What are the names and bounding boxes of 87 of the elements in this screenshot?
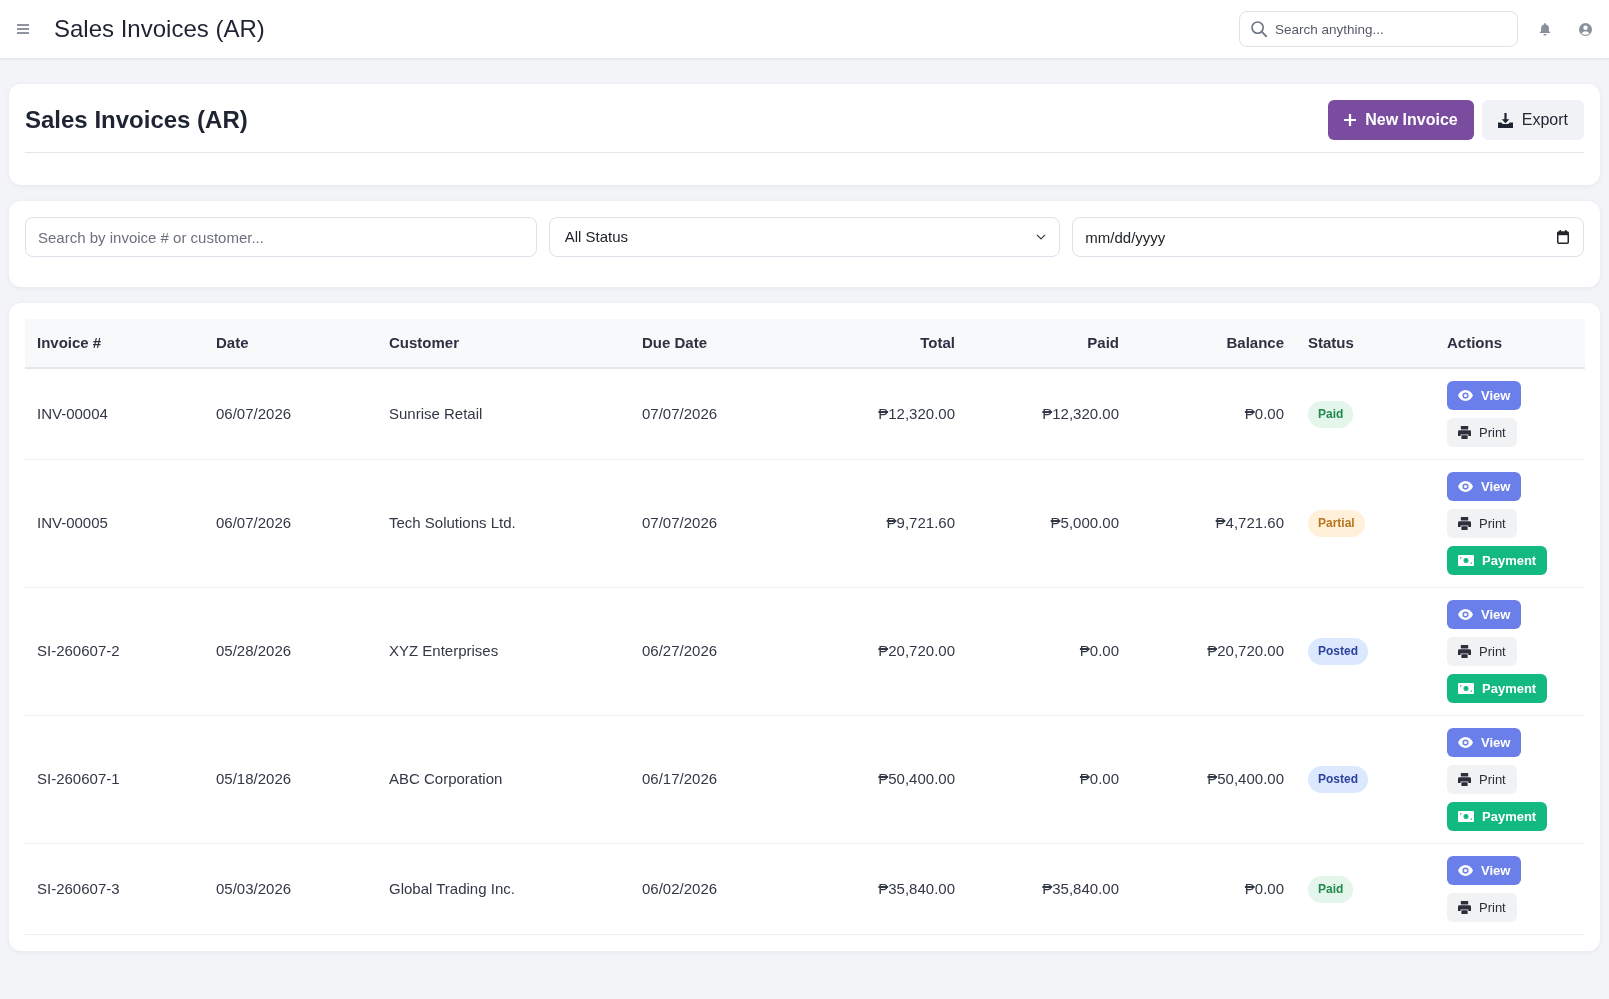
table-cell: 06/17/2026 xyxy=(630,715,800,844)
print-button[interactable]: Print xyxy=(1447,418,1517,447)
table-cell: SI-260607-2 xyxy=(25,587,204,716)
table-cell: Tech Solutions Ltd. xyxy=(377,459,630,588)
status-badge: Paid xyxy=(1308,400,1354,428)
view-button[interactable]: View xyxy=(1447,472,1522,501)
table-cell: ₱0.00 xyxy=(1131,843,1296,935)
table-cell: SI-260607-3 xyxy=(25,843,204,935)
print-button[interactable]: Print xyxy=(1447,509,1517,538)
column-header: Customer xyxy=(377,319,630,368)
table-cell: INV-00004 xyxy=(25,368,204,460)
view-button[interactable]: View xyxy=(1447,381,1522,410)
column-header: Total xyxy=(800,319,967,368)
printer-icon xyxy=(1458,773,1471,786)
column-header: Balance xyxy=(1131,319,1296,368)
table-cell: Global Trading Inc. xyxy=(377,843,630,935)
table-cell: 06/02/2026 xyxy=(630,843,800,935)
download-icon xyxy=(1497,112,1513,128)
print-button[interactable]: Print xyxy=(1447,765,1517,794)
table-cell: XYZ Enterprises xyxy=(377,587,630,716)
table-cell: 05/18/2026 xyxy=(204,715,377,844)
search-field[interactable]: Search by invoice # or customer... xyxy=(25,217,537,257)
eye-icon xyxy=(1458,737,1473,748)
table-cell: 07/07/2026 xyxy=(630,459,800,588)
column-header: Invoice # xyxy=(25,319,204,368)
eye-icon xyxy=(1458,390,1473,401)
table-cell: ₱0.00 xyxy=(1131,368,1296,460)
table-cell: ₱9,721.60 xyxy=(800,459,967,588)
printer-icon xyxy=(1458,517,1471,530)
table-cell: ₱20,720.00 xyxy=(800,587,967,716)
table-cell: 06/27/2026 xyxy=(630,587,800,716)
date-field[interactable]: mm/dd/yyyy xyxy=(1072,217,1584,257)
column-header: Actions xyxy=(1435,319,1585,368)
table-cell: ₱50,400.00 xyxy=(800,715,967,844)
user-icon[interactable] xyxy=(1579,22,1592,36)
table-cell: ₱12,320.00 xyxy=(800,368,967,460)
search-icon xyxy=(1251,21,1267,37)
table-cell: ₱20,720.00 xyxy=(1131,587,1296,716)
search-field[interactable]: Search anything... xyxy=(1239,11,1518,47)
plus-icon xyxy=(1344,114,1357,126)
table-cell: 06/07/2026 xyxy=(204,368,377,460)
table-cell: 07/07/2026 xyxy=(630,368,800,460)
table-cell: ABC Corporation xyxy=(377,715,630,844)
page-title: Sales Invoices (AR) xyxy=(54,14,265,44)
calendar-icon[interactable] xyxy=(1557,230,1569,244)
printer-icon xyxy=(1458,645,1471,658)
view-button[interactable]: View xyxy=(1447,856,1522,885)
table-cell: 05/28/2026 xyxy=(204,587,377,716)
table-cell: ₱35,840.00 xyxy=(800,843,967,935)
banknote-icon xyxy=(1458,555,1474,566)
table-cell: ₱12,320.00 xyxy=(967,368,1131,460)
print-button[interactable]: Print xyxy=(1447,893,1517,922)
table-cell: 06/07/2026 xyxy=(204,459,377,588)
banknote-icon xyxy=(1458,811,1474,822)
menu-icon[interactable] xyxy=(17,24,29,34)
status-badge: Partial xyxy=(1308,510,1365,537)
eye-icon xyxy=(1458,609,1473,620)
new-invoice-button[interactable]: New Invoice xyxy=(1328,100,1474,140)
table-cell: SI-260607-1 xyxy=(25,715,204,844)
view-button[interactable]: View xyxy=(1447,600,1522,629)
table-cell: ₱0.00 xyxy=(967,715,1131,844)
table-cell: ₱50,400.00 xyxy=(1131,715,1296,844)
table-cell: ₱0.00 xyxy=(967,587,1131,716)
printer-icon xyxy=(1458,426,1471,439)
notifications-icon[interactable] xyxy=(1539,22,1551,36)
table-cell: ₱35,840.00 xyxy=(967,843,1131,935)
eye-icon xyxy=(1458,481,1473,492)
status-badge: Posted xyxy=(1308,638,1368,665)
banknote-icon xyxy=(1458,683,1474,694)
status-badge: Paid xyxy=(1308,875,1354,903)
column-header: Status xyxy=(1296,319,1435,368)
column-header: Paid xyxy=(967,319,1131,368)
table-cell: Sunrise Retail xyxy=(377,368,630,460)
eye-icon xyxy=(1458,865,1473,876)
export-button[interactable]: Export xyxy=(1481,100,1584,140)
status-select[interactable]: All Status xyxy=(548,217,1061,257)
column-header: Date xyxy=(204,319,377,368)
printer-icon xyxy=(1458,901,1471,914)
status-badge: Posted xyxy=(1308,766,1368,793)
section-title: Sales Invoices (AR) xyxy=(25,105,248,135)
view-button[interactable]: View xyxy=(1447,728,1522,757)
table-cell: 05/03/2026 xyxy=(204,843,377,935)
table-cell: ₱4,721.60 xyxy=(1131,459,1296,588)
column-header: Due Date xyxy=(630,319,800,368)
table-cell: INV-00005 xyxy=(25,459,204,588)
print-button[interactable]: Print xyxy=(1447,637,1517,666)
table-cell: ₱5,000.00 xyxy=(967,459,1131,588)
